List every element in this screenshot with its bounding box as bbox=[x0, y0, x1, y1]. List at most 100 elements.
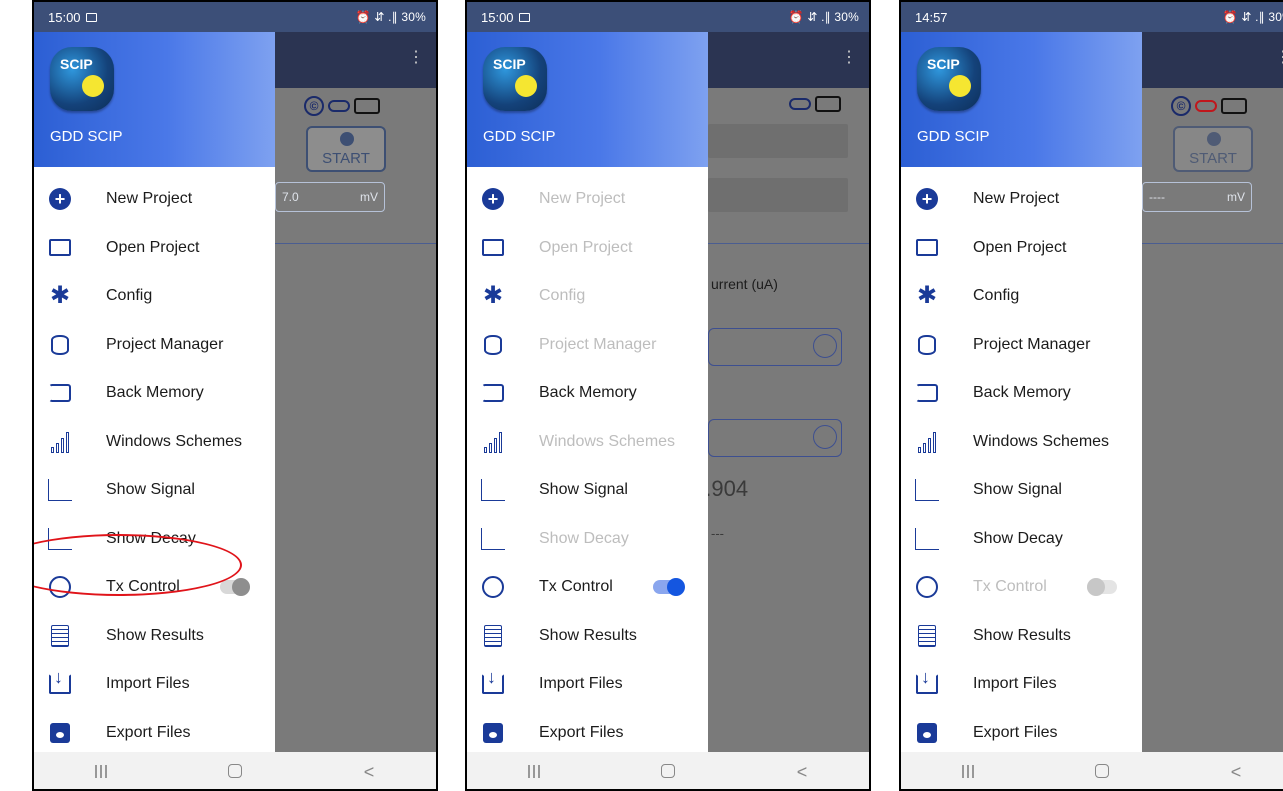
voltage-value: ---- bbox=[1149, 190, 1165, 204]
menu-item-label: New Project bbox=[973, 190, 1060, 208]
system-nav-bar: III < bbox=[467, 752, 869, 789]
app-status-icons: © bbox=[304, 96, 380, 116]
drawer-header: SCIP GDD SCIP bbox=[467, 32, 708, 167]
menu-item-show-signal[interactable]: Show Signal bbox=[901, 466, 1142, 515]
menu-item-back-memory[interactable]: Back Memory bbox=[34, 369, 275, 418]
menu-item-open-project[interactable]: Open Project bbox=[901, 224, 1142, 273]
back-memory-icon bbox=[915, 381, 939, 405]
menu-item-config[interactable]: ✱ Config bbox=[901, 272, 1142, 321]
start-button[interactable]: START bbox=[306, 126, 386, 172]
gear-icon: ✱ bbox=[482, 282, 504, 310]
dropdown-2[interactable] bbox=[708, 419, 842, 457]
voltage-unit: mV bbox=[1227, 190, 1245, 204]
home-button[interactable] bbox=[638, 762, 698, 783]
menu-item-export-files[interactable]: Export Files bbox=[34, 709, 275, 753]
copyright-icon: © bbox=[1171, 96, 1191, 116]
navigation-drawer: SCIP GDD SCIP + New Project Open Project ✱ C… bbox=[467, 32, 708, 752]
back-memory-icon bbox=[48, 381, 72, 405]
voltage-field[interactable]: ---- mV bbox=[1142, 182, 1252, 212]
gallery-icon bbox=[518, 12, 530, 22]
menu-item-show-results[interactable]: Show Results bbox=[467, 612, 708, 661]
back-button[interactable]: < bbox=[1206, 762, 1266, 783]
menu-item-windows-schemes[interactable]: Windows Schemes bbox=[901, 418, 1142, 467]
folder-icon bbox=[48, 236, 72, 260]
menu-item-label: Show Signal bbox=[539, 481, 628, 499]
menu-item-label: Open Project bbox=[106, 238, 200, 256]
tx-control-toggle[interactable] bbox=[220, 578, 250, 597]
voltage-field[interactable]: 7.0 mV bbox=[275, 182, 385, 212]
overflow-menu-icon[interactable]: ⋮ bbox=[1275, 50, 1283, 66]
chevron-down-icon bbox=[813, 425, 837, 449]
dropdown-1[interactable] bbox=[708, 328, 842, 366]
menu-item-import-files[interactable]: Import Files bbox=[901, 660, 1142, 709]
antenna-icon bbox=[915, 575, 939, 599]
recents-button[interactable]: III bbox=[71, 762, 131, 783]
tx-control-toggle[interactable] bbox=[653, 578, 685, 597]
menu-item-label: Open Project bbox=[539, 238, 633, 256]
menu-item-label: Config bbox=[973, 287, 1020, 305]
menu-item-back-memory[interactable]: Back Memory bbox=[467, 369, 708, 418]
menu-item-label: Export Files bbox=[539, 723, 624, 741]
home-button[interactable] bbox=[205, 762, 265, 783]
menu-item-label: Windows Schemes bbox=[973, 432, 1110, 450]
status-bar: 15:00 ⏰ ⇵ .∥ 30% bbox=[34, 2, 436, 32]
menu-item-label: Export Files bbox=[106, 723, 191, 741]
menu-item-new-project: + New Project bbox=[467, 175, 708, 224]
bar-chart-icon bbox=[481, 430, 505, 454]
menu-item-label: Windows Schemes bbox=[106, 432, 243, 450]
battery-icon bbox=[815, 96, 841, 112]
menu-item-export-files[interactable]: Export Files bbox=[467, 709, 708, 753]
status-bar: 14:57 ⏰ ⇵ .∥ 30% bbox=[901, 2, 1283, 32]
database-icon bbox=[915, 333, 939, 357]
menu-item-project-manager[interactable]: Project Manager bbox=[34, 321, 275, 370]
menu-item-show-results[interactable]: Show Results bbox=[34, 612, 275, 661]
phone-screen-1: 15:00 ⏰ ⇵ .∥ 30% ⋮ © START 7.0 mV SCIP GD… bbox=[32, 0, 438, 791]
logo-text: SCIP bbox=[927, 56, 960, 72]
menu-item-windows-schemes[interactable]: Windows Schemes bbox=[34, 418, 275, 467]
logo-dot bbox=[515, 75, 537, 97]
back-button[interactable]: < bbox=[339, 762, 399, 783]
current-label: urrent (uA) bbox=[711, 276, 778, 292]
menu-item-new-project[interactable]: + New Project bbox=[34, 175, 275, 224]
menu-item-label: Open Project bbox=[973, 238, 1067, 256]
menu-item-import-files[interactable]: Import Files bbox=[467, 660, 708, 709]
start-label: START bbox=[322, 150, 370, 167]
menu-item-label: Export Files bbox=[973, 723, 1058, 741]
menu-item-show-decay[interactable]: Show Decay bbox=[901, 515, 1142, 564]
menu-item-open-project[interactable]: Open Project bbox=[34, 224, 275, 273]
menu-item-config: ✱ Config bbox=[467, 272, 708, 321]
menu-item-import-files[interactable]: Import Files bbox=[34, 660, 275, 709]
menu-item-label: Show Signal bbox=[106, 481, 195, 499]
menu-item-label: Import Files bbox=[539, 675, 623, 693]
recents-button[interactable]: III bbox=[938, 762, 998, 783]
menu-item-export-files[interactable]: Export Files bbox=[901, 709, 1142, 753]
overflow-menu-icon[interactable]: ⋮ bbox=[408, 50, 424, 66]
reading-dash: --- bbox=[711, 526, 724, 541]
menu-item-show-results[interactable]: Show Results bbox=[901, 612, 1142, 661]
home-button[interactable] bbox=[1072, 762, 1132, 783]
home-icon bbox=[228, 764, 242, 778]
menu-item-config[interactable]: ✱ Config bbox=[34, 272, 275, 321]
results-list-icon bbox=[48, 624, 72, 648]
status-time: 14:57 bbox=[915, 9, 948, 25]
menu-item-new-project[interactable]: + New Project bbox=[901, 175, 1142, 224]
start-button[interactable]: START bbox=[1173, 126, 1253, 172]
toggle-knob bbox=[1087, 578, 1105, 597]
home-icon bbox=[1095, 764, 1109, 778]
menu-item-label: Config bbox=[106, 287, 153, 305]
menu-item-tx-control[interactable]: Tx Control bbox=[467, 563, 708, 612]
recents-button[interactable]: III bbox=[504, 762, 564, 783]
menu-item-show-signal[interactable]: Show Signal bbox=[467, 466, 708, 515]
menu-item-back-memory[interactable]: Back Memory bbox=[901, 369, 1142, 418]
save-icon bbox=[48, 721, 72, 745]
overflow-menu-icon[interactable]: ⋮ bbox=[841, 50, 857, 66]
back-button[interactable]: < bbox=[772, 762, 832, 783]
save-icon bbox=[481, 721, 505, 745]
tx-control-toggle bbox=[1087, 578, 1117, 597]
import-icon bbox=[915, 667, 939, 696]
menu-item-project-manager[interactable]: Project Manager bbox=[901, 321, 1142, 370]
comparison-figure: 15:00 ⏰ ⇵ .∥ 30% ⋮ © START 7.0 mV SCIP GD… bbox=[0, 0, 1283, 791]
menu-item-show-signal[interactable]: Show Signal bbox=[34, 466, 275, 515]
menu-item-open-project: Open Project bbox=[467, 224, 708, 273]
divider bbox=[708, 243, 869, 244]
